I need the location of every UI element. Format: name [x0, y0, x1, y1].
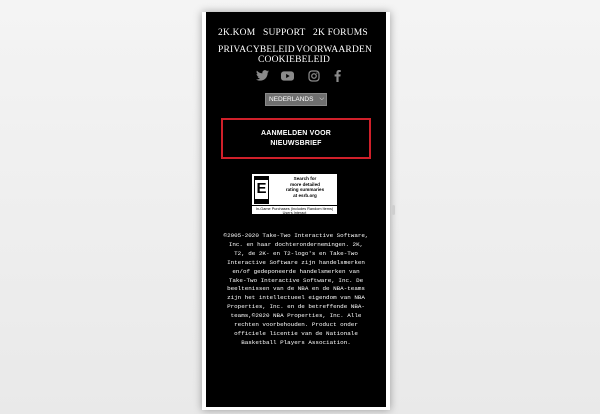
- footer-link-2k-forums[interactable]: 2K FORUMS: [313, 28, 368, 38]
- legal-copyright-text: ©2005-2020 Take-Two Interactive Software…: [223, 232, 369, 346]
- newsletter-signup-button[interactable]: AANMELDEN VOOR NIEUWSBRIEF: [221, 118, 371, 159]
- footer-link-2k-kom[interactable]: 2K.KOM: [218, 28, 255, 38]
- footer-link-support[interactable]: SUPPORT: [263, 28, 306, 38]
- chevron-down-icon: ⌵: [319, 96, 324, 102]
- esrb-rating-letter: E: [256, 180, 267, 197]
- newsletter-button-line-1: AANMELDEN VOOR: [260, 130, 332, 137]
- language-select-value: NEDERLANDS: [269, 96, 314, 103]
- social-links: [254, 70, 344, 84]
- footer-link-cookiebeleid[interactable]: COOKIEBELEID: [258, 55, 330, 65]
- footer-link-privacybeleid[interactable]: PRIVACYBELEID: [218, 45, 295, 55]
- language-select[interactable]: NEDERLANDS ⌵: [265, 93, 327, 106]
- scrollbar-handle[interactable]: [392, 205, 395, 215]
- newsletter-button-line-2: NIEUWSBRIEF: [270, 140, 322, 147]
- esrb-descriptors: In-Game Purchases (Includes Random Items…: [252, 205, 337, 216]
- site-footer: 2K.KOM SUPPORT 2K FORUMS PRIVACYBELEID V…: [206, 12, 386, 407]
- footer-link-voorwaarden[interactable]: VOORWAARDEN: [296, 45, 372, 55]
- youtube-icon[interactable]: [281, 71, 294, 81]
- facebook-icon[interactable]: [334, 70, 341, 82]
- twitter-icon[interactable]: [256, 70, 269, 81]
- esrb-rating-box[interactable]: E Search for more detailed rating summar…: [251, 173, 338, 215]
- instagram-icon[interactable]: [308, 70, 320, 82]
- esrb-info-text: Search for more detailed rating summarie…: [274, 176, 336, 198]
- esrb-descriptor-line: Users Interact: [282, 211, 307, 216]
- esrb-rating-badge: E: [254, 176, 269, 204]
- esrb-text-line: at esrb.org: [293, 192, 317, 198]
